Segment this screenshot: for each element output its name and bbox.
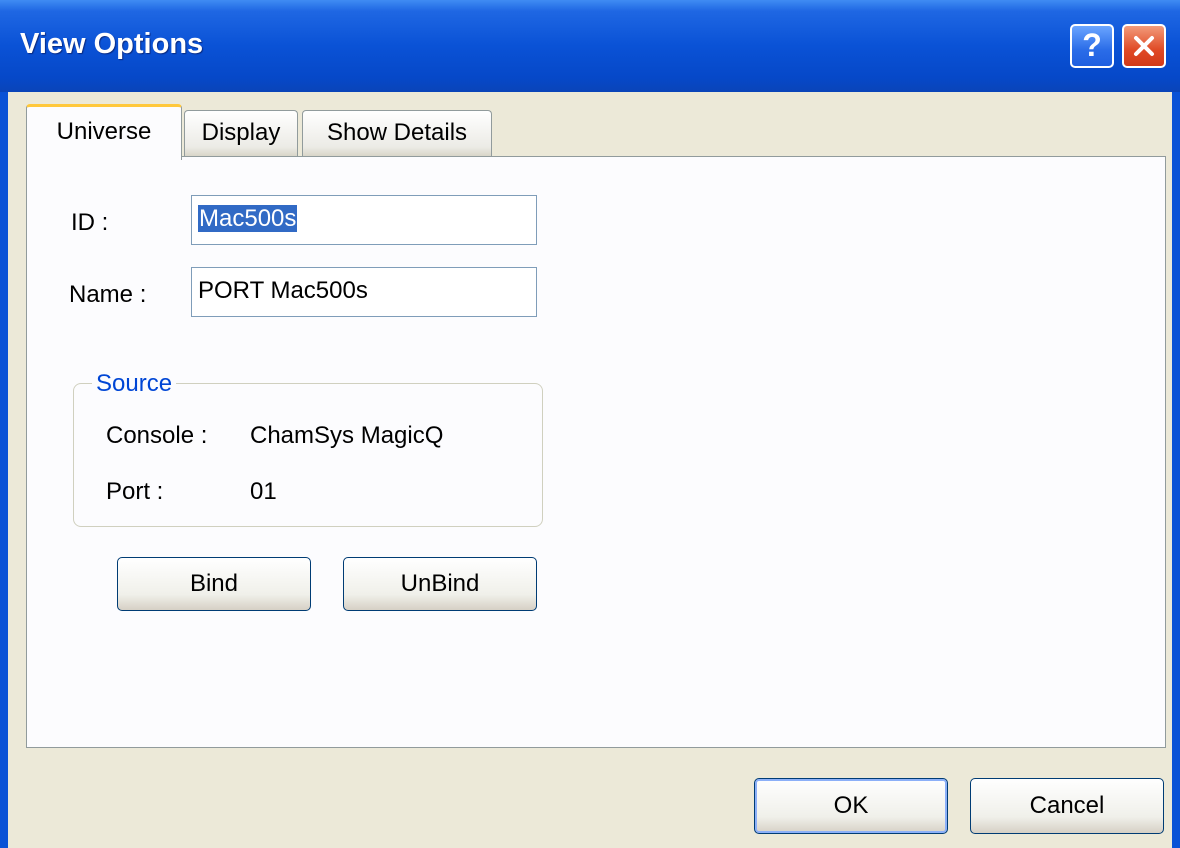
close-button[interactable] [1122, 24, 1166, 68]
question-mark-icon: ? [1082, 27, 1102, 63]
console-label: Console : [106, 422, 208, 449]
view-options-dialog: View Options ? Universe Display Show Det… [0, 0, 1180, 848]
name-label: Name : [69, 281, 147, 308]
cancel-button[interactable]: Cancel [970, 778, 1164, 834]
tab-universe[interactable]: Universe [26, 104, 182, 160]
source-group-title: Source [92, 370, 177, 398]
name-value: PORT Mac500s [198, 277, 368, 304]
name-field[interactable]: PORT Mac500s [191, 267, 537, 317]
id-label: ID : [71, 209, 109, 236]
id-value: Mac500s [198, 205, 298, 232]
tab-label: Display [201, 119, 281, 146]
close-icon [1134, 36, 1154, 56]
console-value: ChamSys MagicQ [250, 422, 444, 449]
bind-button[interactable]: Bind [117, 557, 311, 611]
id-field[interactable]: Mac500s [191, 195, 537, 245]
title-bar[interactable]: View Options ? [0, 0, 1180, 92]
port-label: Port : [106, 478, 164, 505]
tab-display[interactable]: Display [184, 110, 298, 156]
unbind-button[interactable]: UnBind [343, 557, 537, 611]
tab-label: Universe [56, 118, 152, 145]
universe-tab-panel: ID : Mac500s Name : PORT Mac500s Source … [26, 156, 1166, 748]
port-value: 01 [250, 478, 277, 505]
tab-show-details[interactable]: Show Details [302, 110, 492, 156]
help-button[interactable]: ? [1070, 24, 1114, 68]
source-group: Source Console : ChamSys MagicQ Port : 0… [73, 370, 543, 527]
tab-label: Show Details [326, 119, 468, 146]
ok-button[interactable]: OK [754, 778, 948, 834]
window-title: View Options [20, 28, 204, 60]
